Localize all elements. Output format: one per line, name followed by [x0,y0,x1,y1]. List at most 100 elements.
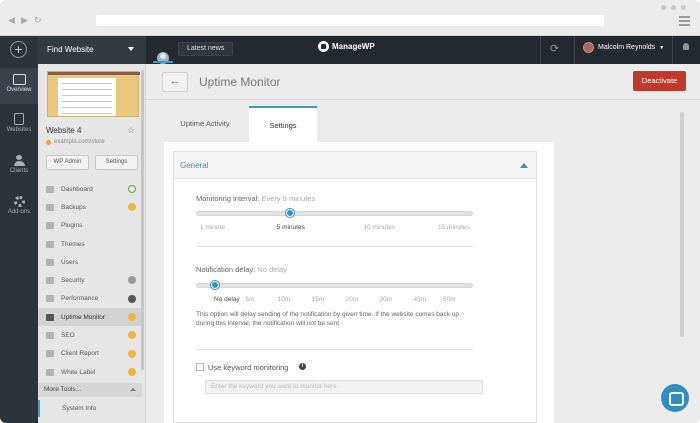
slider-tick-label[interactable]: No delay [214,296,240,303]
add-website-icon[interactable]: + [10,41,27,58]
users-icon [46,258,54,266]
user-menu[interactable]: Malcolm Reynolds ▼ [583,42,664,53]
gear-icon [13,196,25,207]
slider-tick-label[interactable]: 15m [312,296,325,303]
browser-reload-icon[interactable]: ↻ [34,15,42,26]
notification-delay-title: Notification delay: [196,265,256,274]
nav-overview[interactable]: Overview [0,68,38,104]
thumbnail-header [48,72,140,75]
address-bar[interactable] [96,15,604,26]
website-thumbnail[interactable] [47,71,140,117]
website-url[interactable]: example.com/store [46,139,105,145]
general-section-header[interactable]: General [174,152,536,179]
tab-settings[interactable]: Settings [249,106,317,142]
menu-item-themes[interactable]: Themes [38,235,142,253]
star-icon[interactable]: ☆ [127,125,135,136]
slider-tick-label[interactable]: 10m [278,296,291,303]
monitoring-interval-handle[interactable] [285,209,294,217]
slider-tick-label[interactable]: 1 minute [200,224,225,231]
website-sidebar: Website 4 ☆ example.com/store WP Admin S… [38,64,146,423]
topbar-divider [540,36,541,64]
notification-delay-handle[interactable] [211,281,219,289]
sidebar-scrollbar[interactable] [141,70,144,370]
monitoring-interval-value: Every 5 minutes [261,194,316,203]
keyword-monitoring-label: Use keyword monitoring [208,363,289,372]
nav-clients[interactable]: Clients [0,150,38,186]
avatar [583,42,594,53]
find-website-select[interactable]: Find Website [38,36,146,64]
general-section: General Monitoring interval: Every 5 min… [173,151,537,423]
main-scrollbar[interactable] [680,112,684,337]
info-icon[interactable]: i [299,363,306,370]
main-content: ← Uptime Monitor Deactivate Uptime Activ… [146,64,700,423]
menu-item-backups[interactable]: Backups [38,198,142,216]
menu-item-client-report[interactable]: Client Report [38,345,142,363]
keyword-monitoring-checkbox[interactable] [196,363,204,371]
premium-badge-icon [128,313,136,322]
nav-websites[interactable]: Websites [0,108,38,144]
system-info-label: System Info [62,405,97,412]
menu-item-white-label[interactable]: White Label [38,363,142,381]
chevron-down-icon: ▼ [659,44,665,51]
menu-item-label: Dashboard [61,185,93,193]
menu-item-performance[interactable]: Performance [38,290,142,308]
notification-delay-value: No delay [257,265,287,274]
slider-tick-label[interactable]: 45m [414,296,427,303]
slider-tick-label[interactable]: 5 minutes [277,224,305,231]
menu-item-users[interactable]: Users [38,253,142,271]
browser-back-icon[interactable]: ◀ [8,15,15,26]
nav-addons[interactable]: Add-ons [0,191,38,227]
back-button[interactable]: ← [162,72,188,92]
site-settings-button[interactable]: Settings [95,155,138,170]
keyword-input[interactable]: Enter the keyword you want to monitor he… [205,380,483,394]
more-tools-toggle[interactable]: More Tools... [38,383,142,397]
status-dot-icon [46,139,51,145]
topbar-divider [574,36,575,64]
slider-tick-label[interactable]: 10 minutes [363,224,395,231]
bell-icon[interactable] [683,43,689,50]
tab-uptime-activity[interactable]: Uptime Activity [164,106,246,142]
browser-window: ◀ ▶ ↻ + Find Website Latest news ManageW… [0,0,700,423]
notification-delay-slider[interactable] [196,283,473,288]
slider-tick-label[interactable]: 30m [380,296,393,303]
menu-item-label: Client Report [61,350,99,358]
monitoring-interval-slider[interactable] [196,211,473,216]
document-icon [14,113,24,125]
nav-addons-label: Add-ons [7,209,31,215]
website-menu: Dashboard Backups Plugins Themes Users S… [38,180,142,381]
slider-tick-label[interactable]: 5m [246,296,255,303]
deactivate-button[interactable]: Deactivate [633,71,686,91]
slider-tick-label[interactable]: 60m [443,296,456,303]
menu-item-seo[interactable]: SEO [38,326,142,344]
window-dots [661,5,686,10]
refresh-icon[interactable]: ⟳ [550,42,559,55]
menu-item-dashboard[interactable]: Dashboard [38,180,142,198]
monitoring-interval-label: Monitoring interval: Every 5 minutes [196,194,315,203]
slider-tick-label[interactable]: 15 minutes [438,224,470,231]
browser-menu-icon[interactable] [679,16,690,28]
backups-icon [46,203,54,211]
sync-status-icon [128,185,136,193]
field-divider [196,349,473,350]
window-dot [661,5,666,10]
monitor-icon [12,74,26,85]
seo-icon [46,332,54,340]
security-icon [46,277,54,285]
uptime-icon [46,313,54,321]
brand-name: ManageWP [332,42,375,51]
premium-badge-icon [128,331,136,340]
settings-panel: General Monitoring interval: Every 5 min… [164,142,554,423]
browser-forward-icon[interactable]: ▶ [21,15,28,26]
browser-chrome: ◀ ▶ ↻ [0,0,700,36]
chat-icon[interactable] [661,384,689,412]
menu-item-uptime-monitor[interactable]: Uptime Monitor [38,308,142,327]
latest-news-button[interactable]: Latest news [178,42,234,56]
label-icon [46,368,54,376]
notification-delay-label: Notification delay: No delay [196,265,287,274]
report-icon [46,350,54,358]
slider-tick-label[interactable]: 20m [346,296,359,303]
menu-item-security[interactable]: Security [38,271,142,289]
wp-admin-button[interactable]: WP Admin [46,155,89,170]
menu-item-system-info[interactable]: System Info [38,400,142,417]
menu-item-plugins[interactable]: Plugins [38,217,142,235]
